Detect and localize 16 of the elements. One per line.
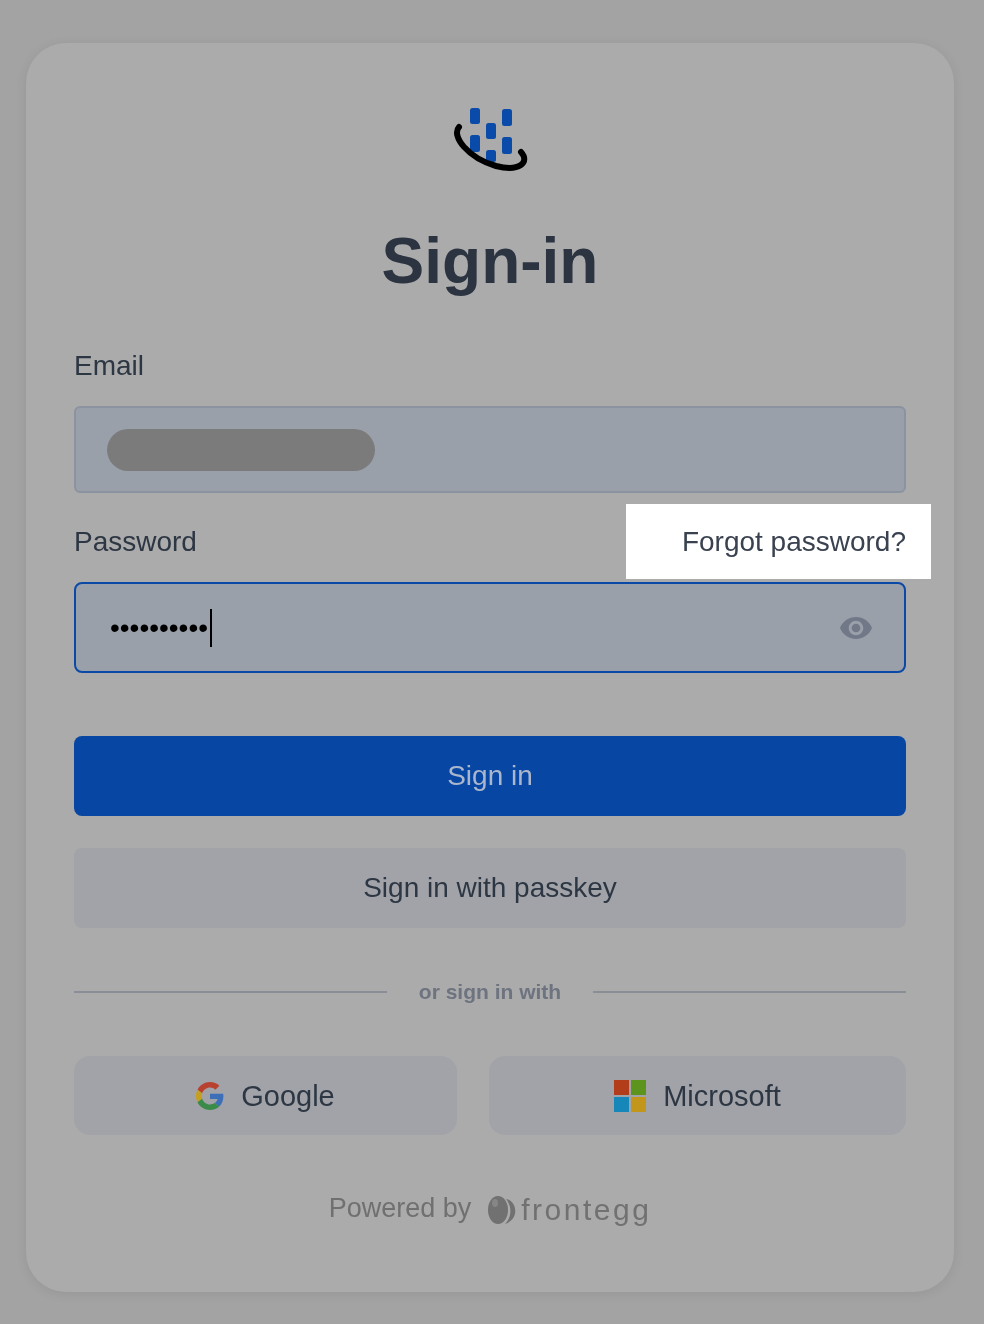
eye-icon[interactable] <box>840 616 872 639</box>
password-label: Password <box>74 525 197 558</box>
google-g-icon <box>196 1081 225 1110</box>
powered-by-text: Powered by <box>328 1192 472 1224</box>
social-sign-in-button[interactable]: Microsoft <box>489 1056 906 1135</box>
brand-name: frontegg <box>521 1194 652 1226</box>
forgot-password-link[interactable]: Forgot password? <box>625 504 931 579</box>
sign-in-button[interactable]: Sign in <box>74 736 906 816</box>
passkey-button[interactable]: Sign in with passkey <box>74 848 906 928</box>
email-field[interactable] <box>74 406 906 493</box>
text-cursor <box>210 608 213 647</box>
divider-text: or sign in with <box>418 980 562 1004</box>
four-squares-icon <box>614 1079 647 1112</box>
social-sign-in-button[interactable]: Google <box>74 1056 457 1135</box>
password-field[interactable]: •••••••••• <box>74 582 906 673</box>
email-label: Email <box>74 350 145 382</box>
